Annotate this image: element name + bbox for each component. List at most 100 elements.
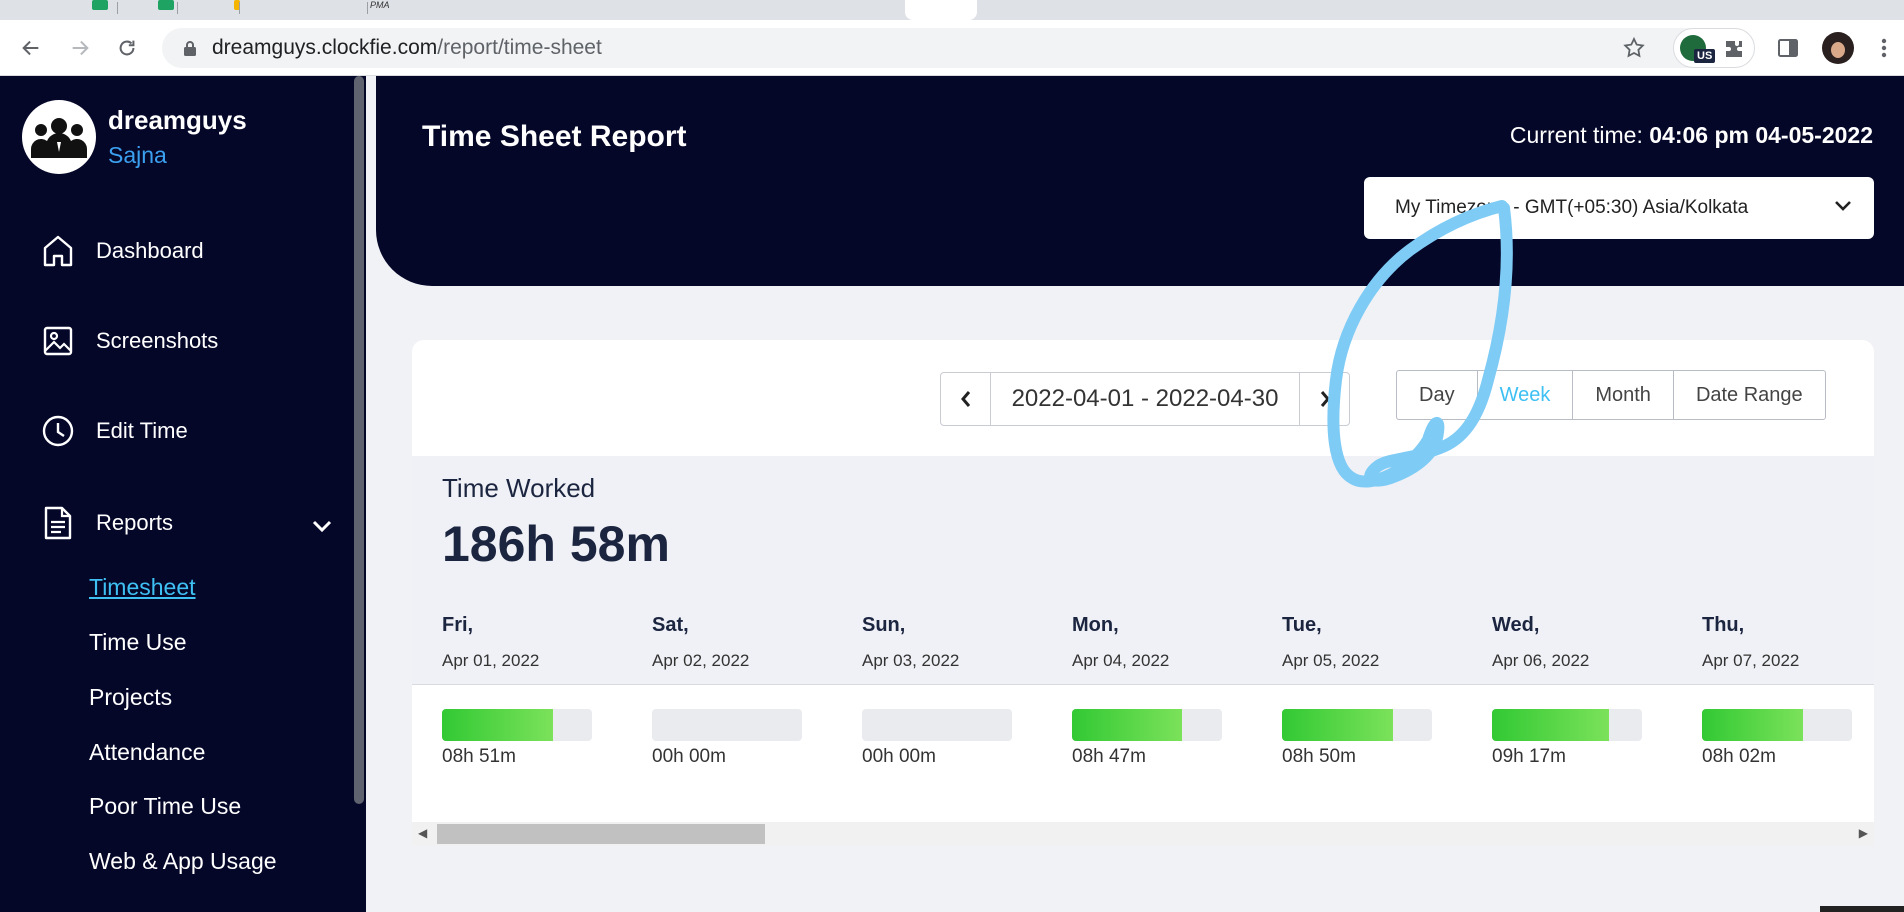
sub-timesheet[interactable]: Timesheet bbox=[89, 574, 196, 601]
day-progress-fill bbox=[442, 709, 553, 741]
bookmark-star-button[interactable] bbox=[1620, 34, 1648, 62]
horizontal-scrollbar[interactable]: ◀ ▶ bbox=[412, 822, 1874, 846]
current-time-value: 04:06 pm 04-05-2022 bbox=[1649, 122, 1873, 148]
vpn-badge: US bbox=[1694, 49, 1716, 63]
browser-tab[interactable] bbox=[118, 0, 178, 20]
back-button[interactable] bbox=[17, 34, 45, 62]
tab-month[interactable]: Month bbox=[1573, 371, 1674, 419]
avatar-face bbox=[1831, 42, 1845, 58]
star-icon bbox=[1623, 36, 1645, 58]
day-total: 08h 02m bbox=[1702, 746, 1776, 767]
chevron-down-icon bbox=[1834, 197, 1852, 219]
day-total: 09h 17m bbox=[1492, 746, 1566, 767]
sheets-favicon-icon bbox=[92, 0, 108, 10]
lock-icon bbox=[180, 38, 200, 58]
browser-tab[interactable] bbox=[178, 0, 240, 20]
taskbar-edge bbox=[1820, 906, 1904, 912]
current-time-label: Current time: bbox=[1509, 122, 1643, 148]
nav-screenshots[interactable]: Screenshots bbox=[40, 323, 218, 359]
browser-menu-button[interactable] bbox=[1870, 34, 1898, 62]
period-tabs: Day Week Month Date Range bbox=[1396, 370, 1826, 420]
nav-label: Screenshots bbox=[96, 328, 219, 353]
nav-dashboard[interactable]: Dashboard bbox=[40, 233, 204, 269]
nav-edit-time[interactable]: Edit Time bbox=[40, 413, 188, 449]
day-progress-bar bbox=[442, 709, 592, 741]
chevron-down-icon[interactable] bbox=[312, 513, 332, 539]
day-header: Thu, Apr 07, 2022 bbox=[1702, 614, 1799, 671]
chevron-left-icon bbox=[960, 391, 970, 407]
team-logo-icon bbox=[22, 100, 96, 174]
nav-label: Dashboard bbox=[96, 238, 204, 263]
timezone-select[interactable]: My Timezone - GMT(+05:30) Asia/Kolkata bbox=[1364, 177, 1874, 239]
day-date: Apr 05, 2022 bbox=[1282, 651, 1380, 670]
day-date: Apr 06, 2022 bbox=[1492, 651, 1590, 670]
day-date: Apr 02, 2022 bbox=[652, 651, 750, 670]
home-icon bbox=[40, 233, 76, 269]
divider bbox=[412, 684, 1874, 685]
tab-day[interactable]: Day bbox=[1397, 371, 1478, 419]
nav-reports[interactable]: Reports bbox=[40, 505, 332, 541]
tab-week[interactable]: Week bbox=[1478, 371, 1574, 419]
scroll-left-arrow-icon[interactable]: ◀ bbox=[418, 826, 427, 840]
day-total: 00h 00m bbox=[862, 746, 936, 767]
sheets-favicon-icon bbox=[158, 0, 174, 10]
day-total: 08h 50m bbox=[1282, 746, 1356, 767]
day-progress-fill bbox=[1492, 709, 1609, 741]
browser-tab-strip: PMA bbox=[0, 0, 1904, 20]
puzzle-icon[interactable] bbox=[1722, 37, 1746, 66]
day-name: Tue, bbox=[1282, 614, 1322, 636]
day-header: Tue, Apr 05, 2022 bbox=[1282, 614, 1379, 671]
day-progress-fill bbox=[1282, 709, 1393, 741]
browser-toolbar: dreamguys.clockfie.com/report/time-sheet… bbox=[0, 20, 1904, 76]
chevron-right-icon bbox=[1320, 391, 1330, 407]
tab-date-range[interactable]: Date Range bbox=[1674, 371, 1825, 419]
sub-web-app-usage[interactable]: Web & App Usage bbox=[89, 848, 277, 875]
day-progress-bar bbox=[1282, 709, 1432, 741]
org-name: dreamguys bbox=[108, 105, 247, 135]
profile-avatar[interactable] bbox=[1822, 32, 1854, 64]
day-progress-bar bbox=[1702, 709, 1852, 741]
day-name: Sun, bbox=[862, 614, 906, 636]
nav-label: Reports bbox=[96, 510, 174, 535]
day-name: Sat, bbox=[652, 614, 689, 636]
day-total: 00h 00m bbox=[652, 746, 726, 767]
document-icon bbox=[40, 505, 76, 541]
date-range-label[interactable]: 2022-04-01 - 2022-04-30 bbox=[991, 373, 1299, 425]
tab-label: PMA bbox=[370, 0, 390, 10]
image-icon bbox=[40, 323, 76, 359]
day-header: Sun, Apr 03, 2022 bbox=[862, 614, 959, 671]
next-range-button[interactable] bbox=[1299, 373, 1349, 425]
sub-attendance[interactable]: Attendance bbox=[89, 739, 205, 766]
reload-button[interactable] bbox=[113, 34, 141, 62]
page-title: Time Sheet Report bbox=[422, 120, 687, 153]
day-date: Apr 04, 2022 bbox=[1072, 651, 1170, 670]
day-date: Apr 01, 2022 bbox=[442, 651, 540, 670]
sidebar-scrollbar[interactable] bbox=[354, 76, 364, 804]
day-progress-bar bbox=[1492, 709, 1642, 741]
prev-range-button[interactable] bbox=[941, 373, 991, 425]
url-domain: dreamguys.clockfie.com bbox=[212, 36, 438, 59]
side-panel-icon bbox=[1778, 39, 1798, 57]
sidebar: dreamguys Sajna Dashboard Screenshots Ed… bbox=[0, 76, 366, 912]
browser-tab[interactable] bbox=[60, 0, 118, 20]
day-progress-bar bbox=[652, 709, 802, 741]
day-header: Wed, Apr 06, 2022 bbox=[1492, 614, 1589, 671]
day-progress-bar bbox=[862, 709, 1012, 741]
sub-time-use[interactable]: Time Use bbox=[89, 629, 187, 656]
address-bar[interactable]: dreamguys.clockfie.com/report/time-sheet bbox=[162, 28, 1752, 68]
time-worked-value: 186h 58m bbox=[442, 516, 670, 572]
side-panel-button[interactable] bbox=[1774, 34, 1802, 62]
user-name[interactable]: Sajna bbox=[108, 142, 247, 169]
scrollbar-thumb[interactable] bbox=[437, 824, 765, 844]
sub-poor-time-use[interactable]: Poor Time Use bbox=[89, 793, 241, 820]
day-progress-fill bbox=[1072, 709, 1182, 741]
forward-button[interactable] bbox=[66, 34, 94, 62]
day-date: Apr 03, 2022 bbox=[862, 651, 960, 670]
day-name: Thu, bbox=[1702, 614, 1745, 636]
scroll-right-arrow-icon[interactable]: ▶ bbox=[1859, 826, 1868, 840]
active-browser-tab[interactable] bbox=[905, 0, 977, 20]
day-name: Wed, bbox=[1492, 614, 1540, 636]
browser-tab[interactable]: PMA bbox=[300, 0, 390, 20]
nav-label: Edit Time bbox=[96, 418, 188, 443]
sub-projects[interactable]: Projects bbox=[89, 684, 172, 711]
